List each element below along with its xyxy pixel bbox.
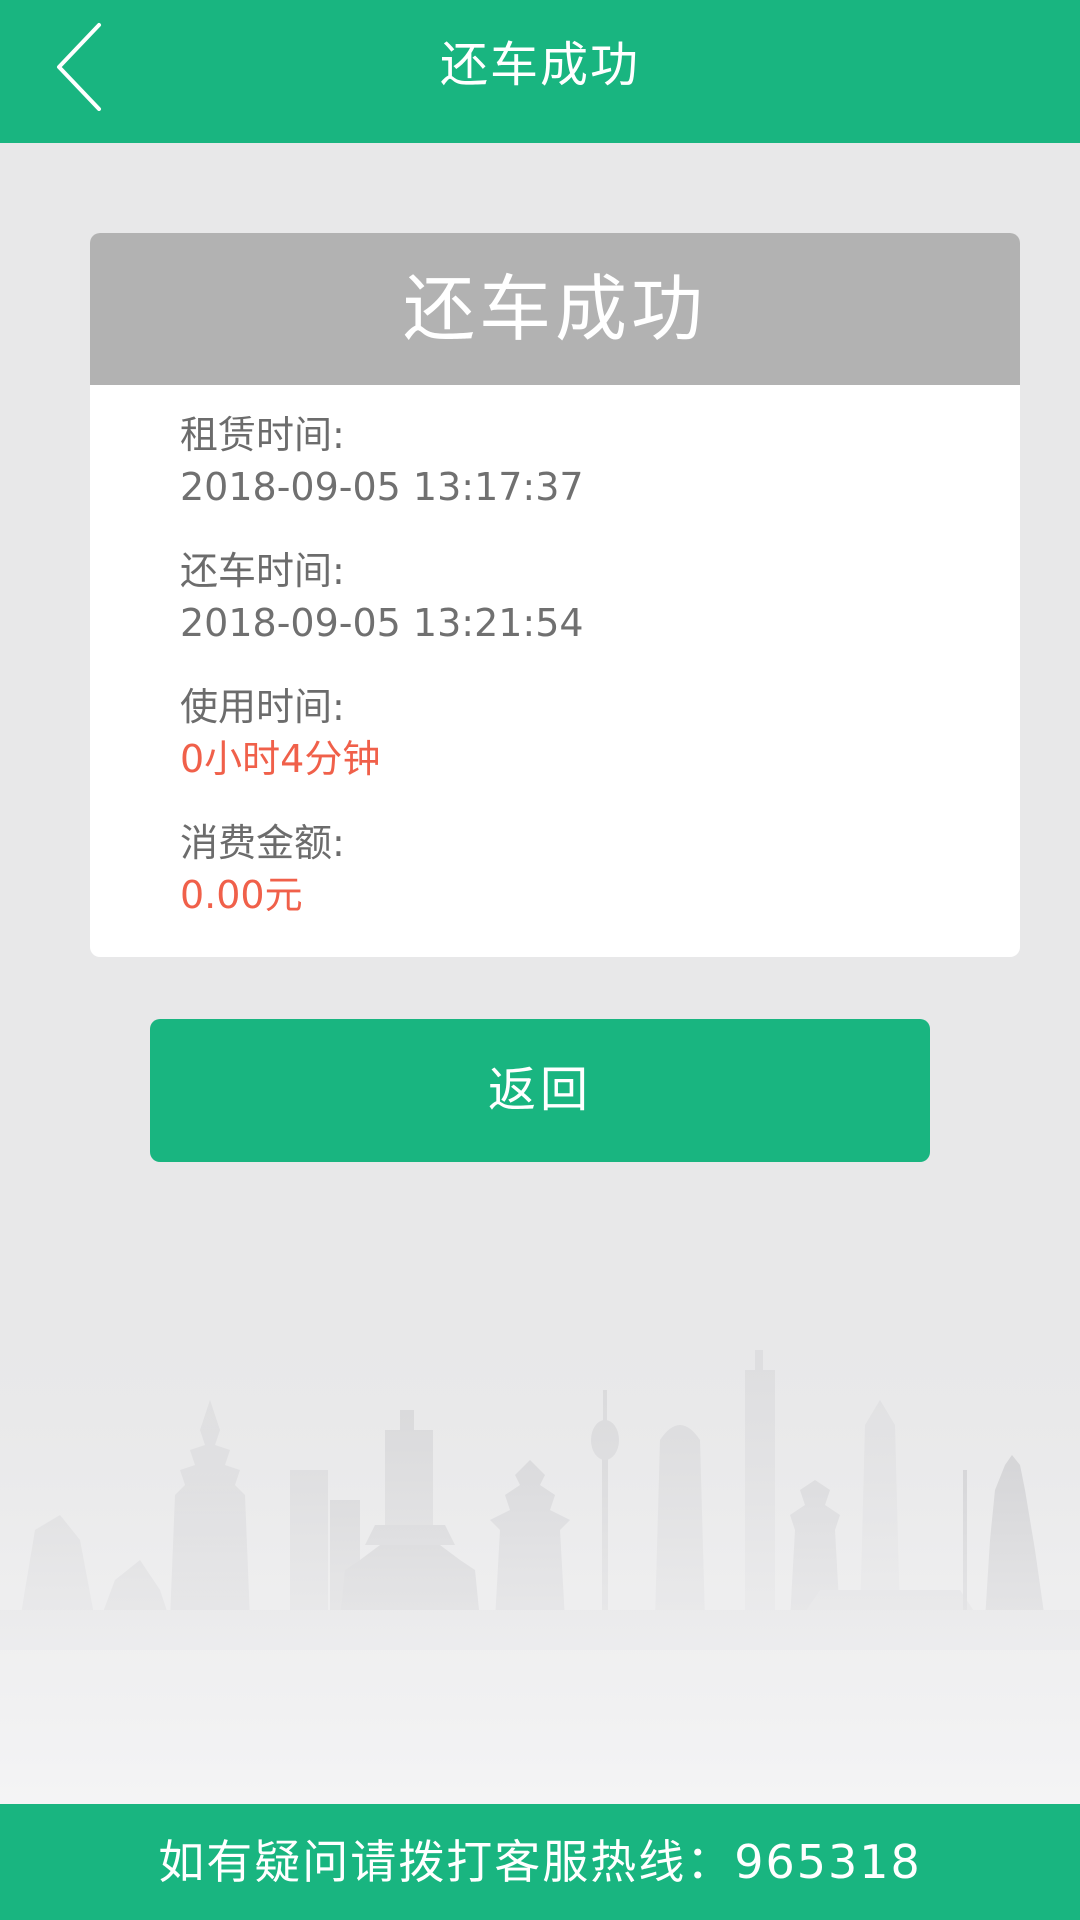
rental-time-value: 2018-09-05 13:17:37 xyxy=(180,465,584,509)
amount-label: 消费金额: xyxy=(180,821,345,865)
return-time-field: 还车时间: 2018-09-05 13:21:54 xyxy=(180,545,1020,681)
hotline-footer: 如有疑问请拨打客服热线：965318 xyxy=(0,1804,1080,1920)
amount-value: 0.00元 xyxy=(180,873,303,917)
usage-time-field: 使用时间: 0小时4分钟 xyxy=(180,681,1020,817)
return-time-value: 2018-09-05 13:21:54 xyxy=(180,601,584,645)
rental-time-label: 租赁时间: xyxy=(180,413,345,457)
result-card: 还车成功 租赁时间: 2018-09-05 13:17:37 还车时间: 201… xyxy=(90,233,1020,957)
usage-time-value: 0小时4分钟 xyxy=(180,737,381,781)
card-title: 还车成功 xyxy=(90,233,1020,385)
amount-field: 消费金额: 0.00元 xyxy=(180,817,1020,953)
return-time-label: 还车时间: xyxy=(180,549,345,593)
usage-time-label: 使用时间: xyxy=(180,685,345,729)
city-skyline-illustration xyxy=(0,1290,1080,1804)
rental-time-field: 租赁时间: 2018-09-05 13:17:37 xyxy=(180,409,1020,545)
card-body: 租赁时间: 2018-09-05 13:17:37 还车时间: 2018-09-… xyxy=(90,385,1020,953)
return-button[interactable]: 返回 xyxy=(150,1019,930,1162)
top-bar: 还车成功 xyxy=(0,0,1080,143)
page-title: 还车成功 xyxy=(439,37,640,93)
